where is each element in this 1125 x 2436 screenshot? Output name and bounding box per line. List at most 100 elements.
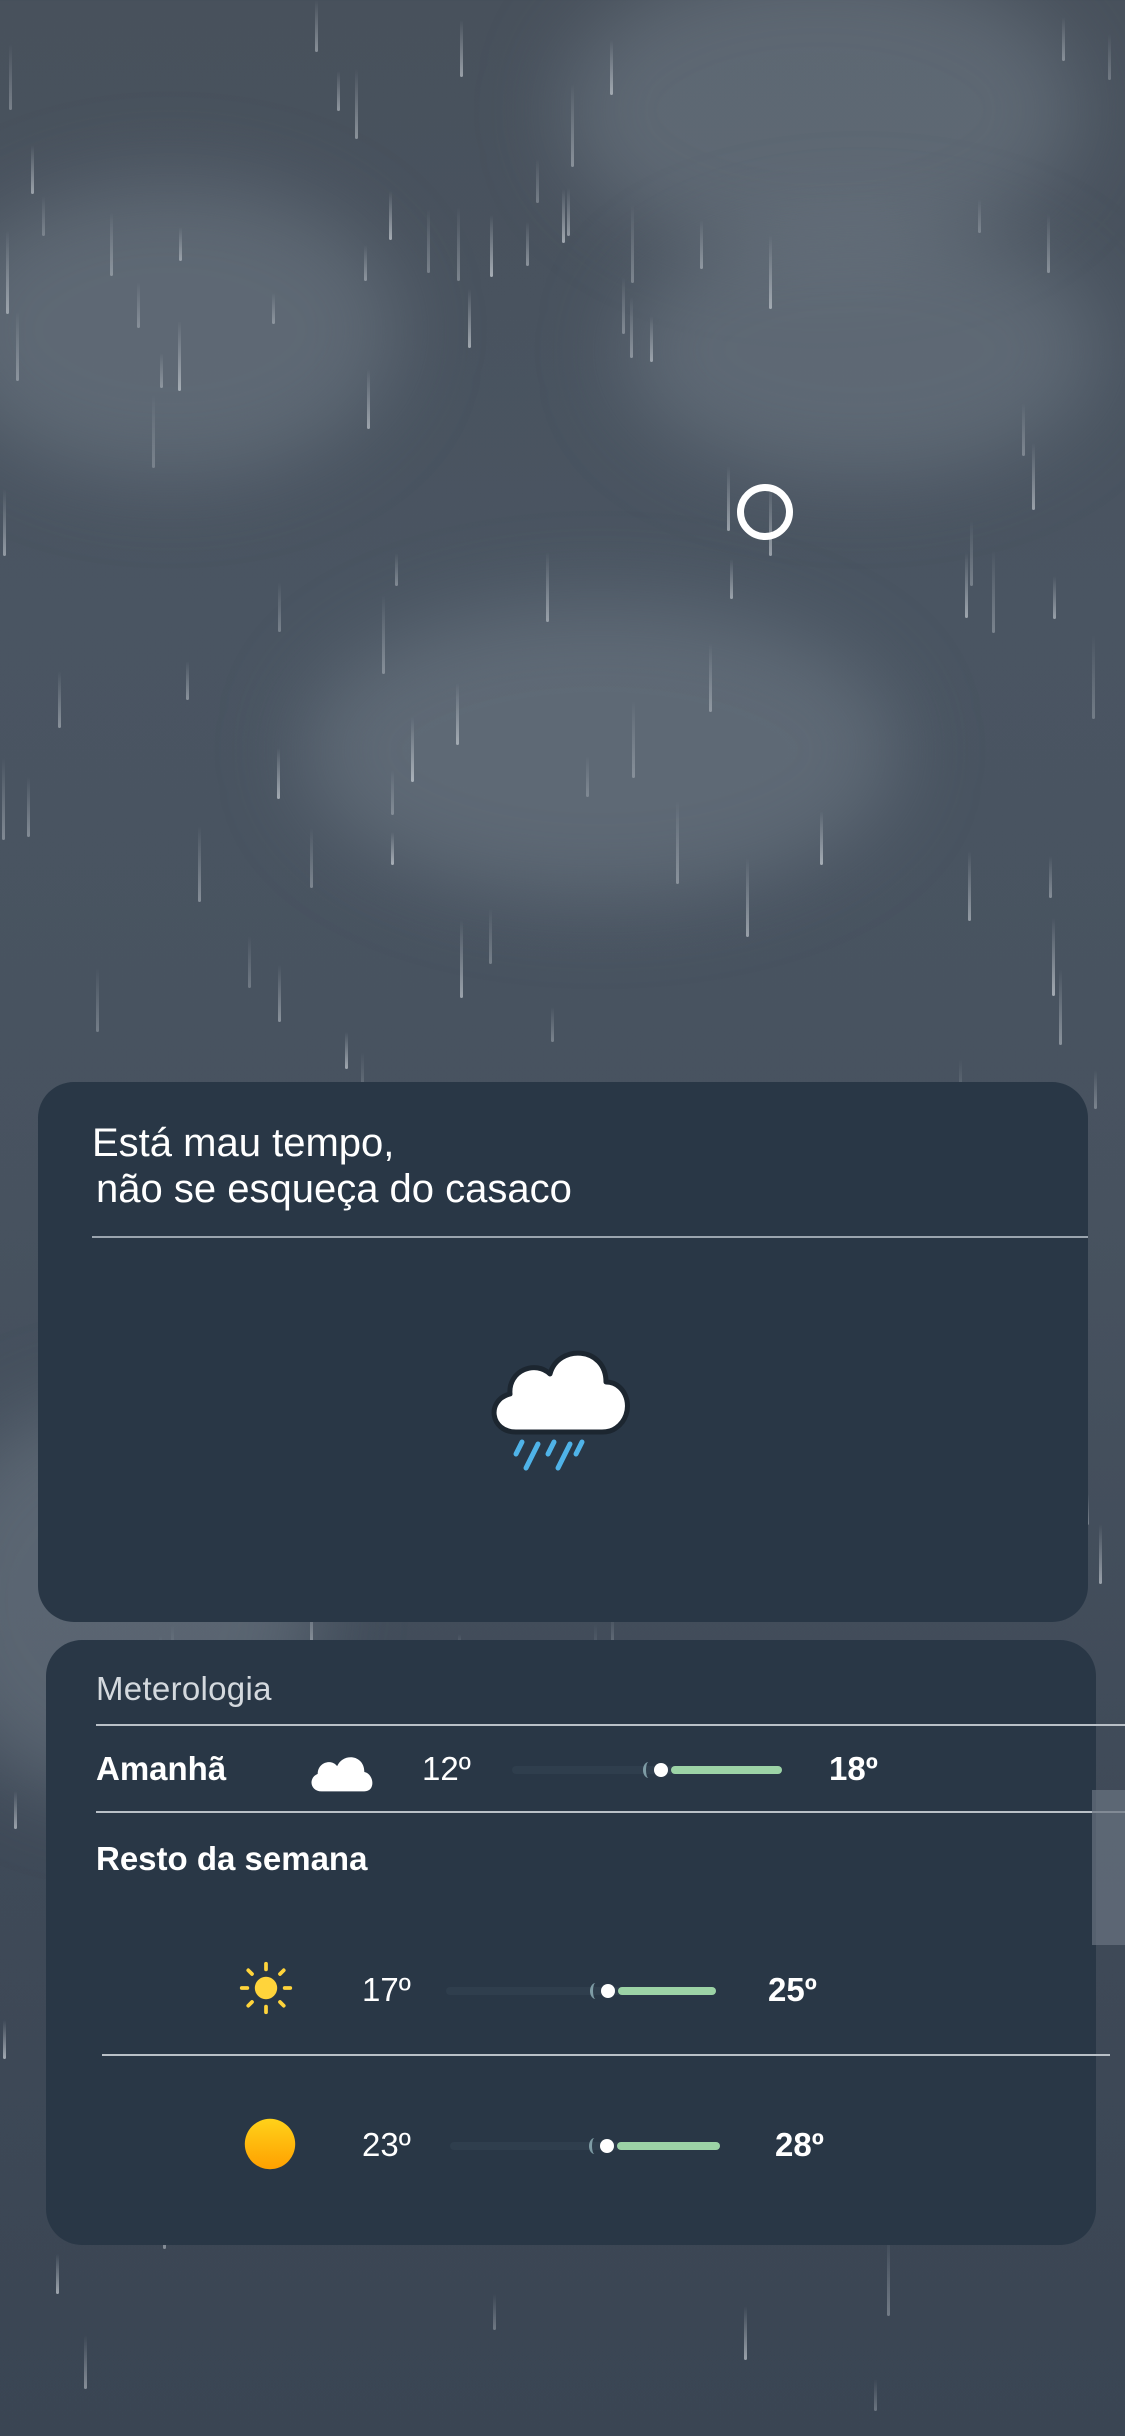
rain-streak bbox=[3, 488, 7, 556]
sun-outline-icon bbox=[239, 1961, 293, 2015]
divider bbox=[96, 1811, 1125, 1813]
rain-streak bbox=[968, 851, 971, 921]
rain-streak bbox=[179, 227, 183, 262]
rain-streak bbox=[247, 936, 251, 989]
rain-streak bbox=[55, 2253, 59, 2294]
rain-streak bbox=[1052, 917, 1056, 997]
range-fill bbox=[618, 1987, 716, 1995]
rain-streak bbox=[278, 582, 282, 632]
weather-message-line1: Está mau tempo, bbox=[92, 1121, 395, 1165]
rain-streak bbox=[137, 282, 141, 329]
rain-streak bbox=[1031, 443, 1035, 511]
range-fill bbox=[616, 2142, 720, 2150]
rain-streak bbox=[16, 311, 20, 381]
rain-streak bbox=[1091, 635, 1095, 719]
tomorrow-high: 18º bbox=[829, 1750, 878, 1787]
rain-streak bbox=[676, 800, 680, 884]
cloud-rain-icon bbox=[491, 1350, 630, 1471]
rain-streak bbox=[2, 757, 6, 841]
rain-streak bbox=[278, 964, 282, 1022]
rain-streak bbox=[391, 770, 395, 816]
cloud-shape bbox=[620, 220, 1100, 480]
rain-streak bbox=[632, 700, 636, 778]
rain-streak bbox=[977, 198, 981, 234]
rain-streak bbox=[388, 191, 392, 241]
rain-streak bbox=[1048, 855, 1052, 899]
rain-streak bbox=[526, 222, 530, 267]
rain-streak bbox=[337, 70, 341, 112]
rain-streak bbox=[1046, 214, 1050, 274]
rain-streak bbox=[315, 0, 319, 52]
rain-streak bbox=[562, 188, 566, 243]
rain-streak bbox=[965, 551, 969, 618]
rain-streak bbox=[41, 196, 45, 236]
tomorrow-low: 12º bbox=[422, 1750, 471, 1787]
sun-filled-icon bbox=[244, 2118, 296, 2170]
range-fill bbox=[670, 1766, 782, 1774]
rain-streak bbox=[355, 69, 359, 140]
rain-streak bbox=[26, 776, 30, 838]
rain-streak bbox=[536, 159, 540, 204]
range-marker bbox=[653, 1763, 668, 1777]
tomorrow-label: Amanhã bbox=[96, 1750, 227, 1787]
rain-streak bbox=[198, 826, 201, 902]
rain-streak bbox=[1053, 576, 1057, 620]
rain-streak bbox=[729, 558, 733, 599]
rain-streak bbox=[185, 661, 189, 700]
rain-streak bbox=[83, 2334, 87, 2389]
rain-streak bbox=[629, 297, 633, 358]
weather-message-line2: não se esqueça do casaco bbox=[96, 1167, 572, 1211]
rain-streak bbox=[744, 2305, 748, 2360]
temperature-range-bar bbox=[450, 2138, 720, 2154]
rain-streak bbox=[95, 968, 99, 1033]
loading-indicator bbox=[737, 484, 793, 540]
day2-high: 28º bbox=[775, 2126, 824, 2163]
rain-streak bbox=[566, 188, 570, 237]
forecast-title: Meterologia bbox=[96, 1670, 272, 1707]
rain-streak bbox=[382, 595, 386, 674]
rain-streak bbox=[571, 84, 575, 168]
rain-streak bbox=[30, 145, 34, 194]
rain-streak bbox=[1098, 1524, 1102, 1585]
rain-streak bbox=[14, 1791, 18, 1829]
rain-streak bbox=[364, 244, 368, 281]
rain-streak bbox=[745, 857, 749, 937]
rain-streak bbox=[1021, 402, 1025, 457]
day1-low: 17º bbox=[362, 1971, 411, 2008]
rain-streak bbox=[489, 214, 493, 277]
rain-streak bbox=[394, 552, 398, 587]
rain-streak bbox=[467, 288, 471, 348]
rain-streak bbox=[57, 670, 61, 729]
rain-streak bbox=[272, 292, 276, 324]
rain-streak bbox=[991, 549, 995, 633]
rain-streak bbox=[546, 551, 550, 623]
temperature-range-bar bbox=[446, 1983, 716, 1999]
rain-streak bbox=[277, 747, 281, 800]
cloud-icon bbox=[311, 1757, 373, 1792]
rain-streak bbox=[177, 320, 181, 391]
rain-streak bbox=[585, 755, 589, 797]
range-marker bbox=[599, 2139, 614, 2153]
rain-streak bbox=[344, 1032, 348, 1069]
rain-streak bbox=[151, 395, 155, 469]
range-marker bbox=[601, 1984, 615, 1998]
temperature-range-bar bbox=[512, 1762, 782, 1778]
rain-streak bbox=[874, 2379, 878, 2412]
rain-streak bbox=[426, 208, 430, 273]
rain-streak bbox=[630, 204, 634, 284]
rain-streak bbox=[1094, 1069, 1098, 1109]
rain-streak bbox=[820, 810, 824, 866]
rain-streak bbox=[649, 316, 653, 362]
range-marker-shadow bbox=[590, 1983, 601, 1999]
rain-streak bbox=[159, 353, 163, 388]
rain-streak bbox=[489, 907, 493, 964]
rain-streak bbox=[1061, 16, 1065, 62]
rain-streak bbox=[551, 1006, 555, 1043]
forecast-card: Meterologia Amanhã 12º 18º Resto da sema… bbox=[46, 1640, 1125, 2245]
rain-streak bbox=[493, 2293, 497, 2331]
rain-streak bbox=[5, 230, 9, 314]
rain-streak bbox=[609, 40, 613, 95]
side-edge-panel bbox=[1092, 1790, 1125, 1945]
rain-streak bbox=[1058, 968, 1062, 1045]
rain-streak bbox=[8, 43, 12, 110]
